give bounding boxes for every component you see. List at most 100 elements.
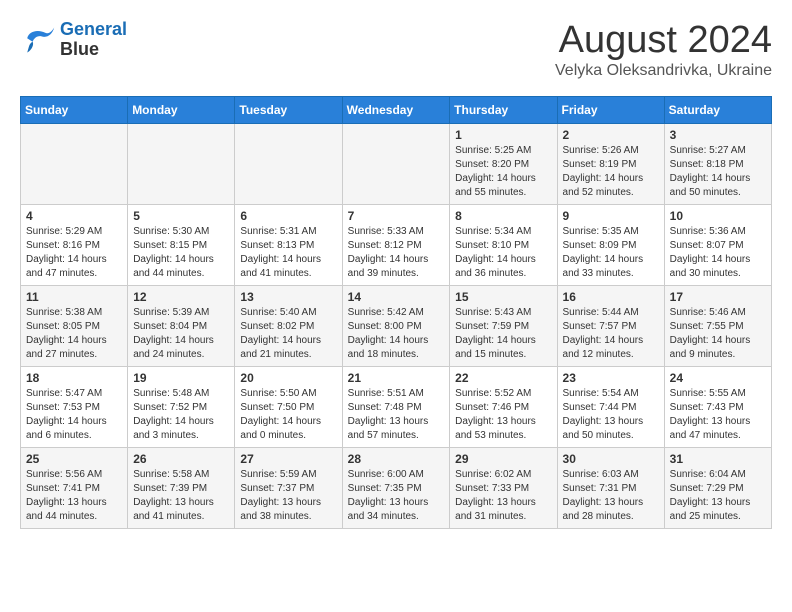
calendar-header: SundayMondayTuesdayWednesdayThursdayFrid… — [21, 96, 772, 123]
day-info: Sunrise: 5:38 AM Sunset: 8:05 PM Dayligh… — [26, 306, 122, 362]
day-info: Sunrise: 5:47 AM Sunset: 7:53 PM Dayligh… — [26, 387, 122, 443]
calendar-cell: 29Sunrise: 6:02 AM Sunset: 7:33 PM Dayli… — [450, 447, 557, 528]
logo-icon — [20, 22, 56, 58]
calendar-body: 1Sunrise: 5:25 AM Sunset: 8:20 PM Daylig… — [21, 123, 772, 528]
day-number: 27 — [240, 452, 336, 466]
day-number: 24 — [670, 371, 766, 385]
day-info: Sunrise: 5:55 AM Sunset: 7:43 PM Dayligh… — [670, 387, 766, 443]
header-friday: Friday — [557, 96, 664, 123]
day-info: Sunrise: 5:36 AM Sunset: 8:07 PM Dayligh… — [670, 225, 766, 281]
day-info: Sunrise: 5:58 AM Sunset: 7:39 PM Dayligh… — [133, 468, 229, 524]
day-info: Sunrise: 6:03 AM Sunset: 7:31 PM Dayligh… — [563, 468, 659, 524]
calendar-cell: 26 Sunrise: 5:58 AM Sunset: 7:39 PM Dayli… — [128, 447, 235, 528]
calendar-cell: 27 Sunrise: 5:59 AM Sunset: 7:37 PM Dayli… — [235, 447, 342, 528]
day-number: 23 — [563, 371, 659, 385]
logo-line2: Blue — [60, 40, 127, 60]
calendar-cell: 20 Sunrise: 5:50 AM Sunset: 7:50 PM Dayli… — [235, 366, 342, 447]
logo-line1: General — [60, 19, 127, 39]
calendar-cell: 10Sunrise: 5:36 AM Sunset: 8:07 PM Dayli… — [664, 204, 771, 285]
calendar-cell: 17Sunrise: 5:46 AM Sunset: 7:55 PM Dayli… — [664, 285, 771, 366]
day-info: Sunrise: 5:29 AM Sunset: 8:16 PM Dayligh… — [26, 225, 122, 281]
day-number: 9 — [563, 209, 659, 223]
calendar-cell: 2 Sunrise: 5:26 AM Sunset: 8:19 PM Daylig… — [557, 123, 664, 204]
day-number: 2 — [563, 128, 659, 142]
day-info: Sunrise: 5:33 AM Sunset: 8:12 PM Dayligh… — [348, 225, 445, 281]
calendar-cell — [21, 123, 128, 204]
calendar-cell: 30 Sunrise: 6:03 AM Sunset: 7:31 PM Dayli… — [557, 447, 664, 528]
logo: General Blue — [20, 20, 127, 60]
week-row-0: 1Sunrise: 5:25 AM Sunset: 8:20 PM Daylig… — [21, 123, 772, 204]
header-saturday: Saturday — [664, 96, 771, 123]
day-number: 6 — [240, 209, 336, 223]
day-number: 1 — [455, 128, 551, 142]
day-number: 20 — [240, 371, 336, 385]
header-monday: Monday — [128, 96, 235, 123]
day-info: Sunrise: 5:50 AM Sunset: 7:50 PM Dayligh… — [240, 387, 336, 443]
calendar-cell: 19 Sunrise: 5:48 AM Sunset: 7:52 PM Dayli… — [128, 366, 235, 447]
day-info: Sunrise: 6:02 AM Sunset: 7:33 PM Dayligh… — [455, 468, 551, 524]
day-info: Sunrise: 5:59 AM Sunset: 7:37 PM Dayligh… — [240, 468, 336, 524]
day-info: Sunrise: 5:44 AM Sunset: 7:57 PM Dayligh… — [563, 306, 659, 362]
day-info: Sunrise: 6:00 AM Sunset: 7:35 PM Dayligh… — [348, 468, 445, 524]
day-info: Sunrise: 5:40 AM Sunset: 8:02 PM Dayligh… — [240, 306, 336, 362]
day-number: 18 — [26, 371, 122, 385]
calendar-cell: 16 Sunrise: 5:44 AM Sunset: 7:57 PM Dayli… — [557, 285, 664, 366]
day-number: 19 — [133, 371, 229, 385]
day-number: 21 — [348, 371, 445, 385]
day-info: Sunrise: 5:52 AM Sunset: 7:46 PM Dayligh… — [455, 387, 551, 443]
day-number: 30 — [563, 452, 659, 466]
day-info: Sunrise: 5:51 AM Sunset: 7:48 PM Dayligh… — [348, 387, 445, 443]
calendar-cell: 28 Sunrise: 6:00 AM Sunset: 7:35 PM Dayli… — [342, 447, 450, 528]
day-number: 3 — [670, 128, 766, 142]
week-row-1: 4Sunrise: 5:29 AM Sunset: 8:16 PM Daylig… — [21, 204, 772, 285]
calendar-cell: 11 Sunrise: 5:38 AM Sunset: 8:05 PM Dayli… — [21, 285, 128, 366]
calendar-cell: 1Sunrise: 5:25 AM Sunset: 8:20 PM Daylig… — [450, 123, 557, 204]
calendar-cell: 8Sunrise: 5:34 AM Sunset: 8:10 PM Daylig… — [450, 204, 557, 285]
day-info: Sunrise: 5:35 AM Sunset: 8:09 PM Dayligh… — [563, 225, 659, 281]
calendar-cell — [235, 123, 342, 204]
day-number: 5 — [133, 209, 229, 223]
calendar-cell: 18 Sunrise: 5:47 AM Sunset: 7:53 PM Dayli… — [21, 366, 128, 447]
day-info: Sunrise: 5:54 AM Sunset: 7:44 PM Dayligh… — [563, 387, 659, 443]
calendar-cell: 14Sunrise: 5:42 AM Sunset: 8:00 PM Dayli… — [342, 285, 450, 366]
day-info: Sunrise: 5:42 AM Sunset: 8:00 PM Dayligh… — [348, 306, 445, 362]
day-number: 8 — [455, 209, 551, 223]
day-number: 16 — [563, 290, 659, 304]
calendar-cell: 23 Sunrise: 5:54 AM Sunset: 7:44 PM Dayli… — [557, 366, 664, 447]
day-info: Sunrise: 5:48 AM Sunset: 7:52 PM Dayligh… — [133, 387, 229, 443]
header-sunday: Sunday — [21, 96, 128, 123]
calendar-cell: 22Sunrise: 5:52 AM Sunset: 7:46 PM Dayli… — [450, 366, 557, 447]
header-row: SundayMondayTuesdayWednesdayThursdayFrid… — [21, 96, 772, 123]
week-row-2: 11 Sunrise: 5:38 AM Sunset: 8:05 PM Dayli… — [21, 285, 772, 366]
day-number: 26 — [133, 452, 229, 466]
day-number: 17 — [670, 290, 766, 304]
header-wednesday: Wednesday — [342, 96, 450, 123]
day-number: 12 — [133, 290, 229, 304]
header-thursday: Thursday — [450, 96, 557, 123]
calendar-cell: 25 Sunrise: 5:56 AM Sunset: 7:41 PM Dayli… — [21, 447, 128, 528]
week-row-4: 25 Sunrise: 5:56 AM Sunset: 7:41 PM Dayli… — [21, 447, 772, 528]
calendar-cell: 12Sunrise: 5:39 AM Sunset: 8:04 PM Dayli… — [128, 285, 235, 366]
day-info: Sunrise: 5:26 AM Sunset: 8:19 PM Dayligh… — [563, 144, 659, 200]
subtitle: Velyka Oleksandrivka, Ukraine — [555, 62, 772, 80]
day-info: Sunrise: 5:56 AM Sunset: 7:41 PM Dayligh… — [26, 468, 122, 524]
day-number: 25 — [26, 452, 122, 466]
calendar-cell — [342, 123, 450, 204]
calendar-cell — [128, 123, 235, 204]
calendar-cell: 3 Sunrise: 5:27 AM Sunset: 8:18 PM Daylig… — [664, 123, 771, 204]
day-number: 13 — [240, 290, 336, 304]
day-number: 31 — [670, 452, 766, 466]
calendar-cell: 13 Sunrise: 5:40 AM Sunset: 8:02 PM Dayli… — [235, 285, 342, 366]
calendar-cell: 7Sunrise: 5:33 AM Sunset: 8:12 PM Daylig… — [342, 204, 450, 285]
calendar-cell: 21 Sunrise: 5:51 AM Sunset: 7:48 PM Dayli… — [342, 366, 450, 447]
day-number: 15 — [455, 290, 551, 304]
logo-text: General Blue — [60, 20, 127, 60]
calendar-cell: 31Sunrise: 6:04 AM Sunset: 7:29 PM Dayli… — [664, 447, 771, 528]
day-number: 28 — [348, 452, 445, 466]
day-number: 11 — [26, 290, 122, 304]
calendar-cell: 4Sunrise: 5:29 AM Sunset: 8:16 PM Daylig… — [21, 204, 128, 285]
week-row-3: 18 Sunrise: 5:47 AM Sunset: 7:53 PM Dayli… — [21, 366, 772, 447]
calendar-table: SundayMondayTuesdayWednesdayThursdayFrid… — [20, 96, 772, 529]
main-title: August 2024 — [555, 20, 772, 62]
day-info: Sunrise: 5:27 AM Sunset: 8:18 PM Dayligh… — [670, 144, 766, 200]
